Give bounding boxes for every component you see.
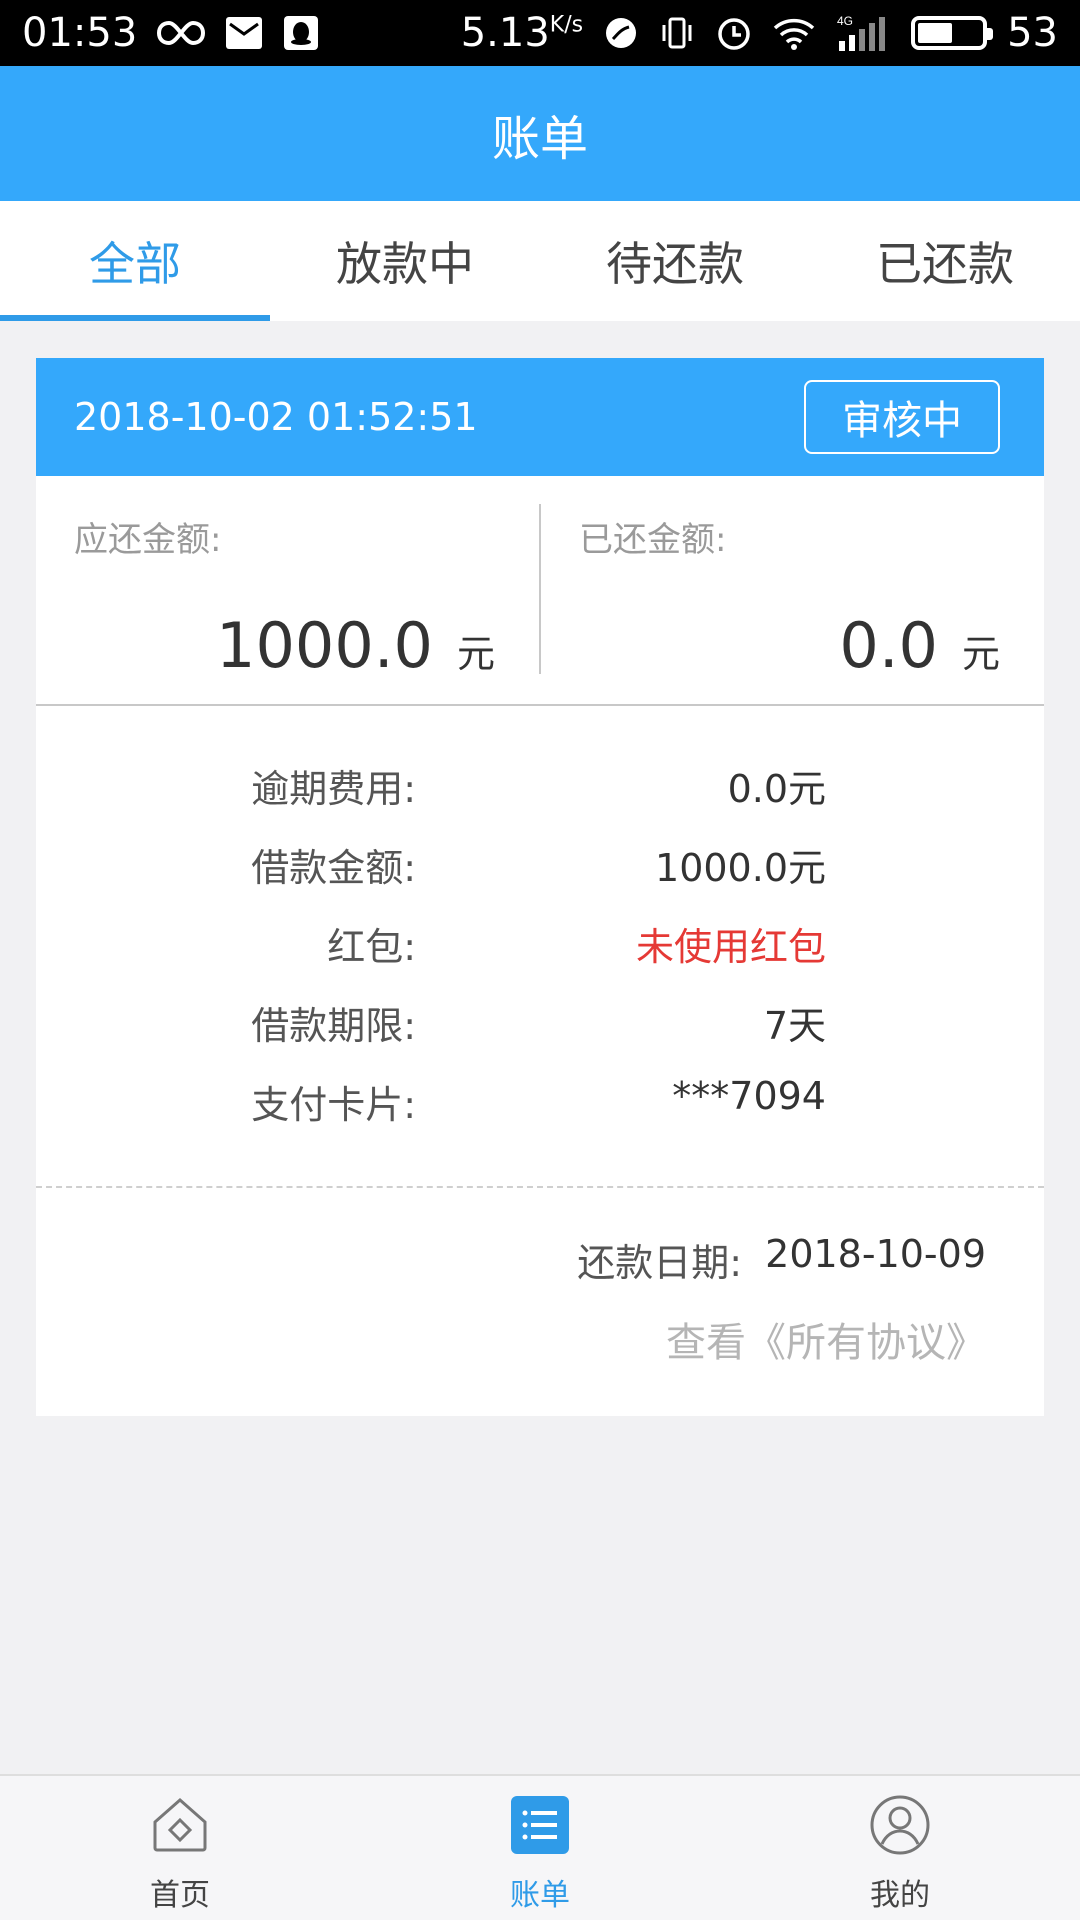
nav-home[interactable]: 首页 xyxy=(0,1776,360,1920)
mail-icon xyxy=(225,16,263,50)
signal-icon: 4G xyxy=(835,13,891,53)
detail-row-red-packet: 红包: 未使用红包 xyxy=(327,925,826,969)
repayment-section: 还款日期: 2018-10-09 查看《所有协议》 xyxy=(36,1188,1044,1414)
nfc-icon xyxy=(603,15,639,51)
due-amount-label: 应还金额: xyxy=(74,520,222,560)
page-title: 账单 xyxy=(491,110,588,167)
tab-all[interactable]: 全部 xyxy=(0,201,270,321)
net-speed: 5.13K/s xyxy=(460,10,584,56)
tab-repaid[interactable]: 已还款 xyxy=(810,201,1080,321)
due-amount-block: 应还金额: 1000.0 元 xyxy=(36,476,539,704)
paid-amount-label: 已还金额: xyxy=(579,520,727,560)
wifi-icon xyxy=(773,16,815,50)
battery-level: 53 xyxy=(1007,10,1058,56)
nav-mine[interactable]: 我的 xyxy=(720,1776,1080,1920)
app-header: 账单 xyxy=(0,66,1080,201)
bill-card[interactable]: 2018-10-02 01:52:51 审核中 应还金额: 1000.0 元 已… xyxy=(36,358,1044,1416)
detail-row-loan-amount: 借款金额: 1000.0元 xyxy=(251,846,826,890)
view-agreements-link[interactable]: 查看《所有协议》 xyxy=(666,1310,986,1368)
bill-card-header: 2018-10-02 01:52:51 审核中 xyxy=(36,358,1044,476)
qq-icon xyxy=(283,15,319,51)
repay-date: 2018-10-09 xyxy=(765,1232,986,1276)
amount-summary: 应还金额: 1000.0 元 已还金额: 0.0 元 xyxy=(36,476,1044,706)
nav-bill[interactable]: 账单 xyxy=(360,1776,720,1920)
home-icon xyxy=(149,1794,211,1856)
status-time: 01:53 xyxy=(22,10,138,56)
vibrate-icon xyxy=(659,15,695,51)
battery-icon xyxy=(911,16,994,50)
detail-row-loan-term: 借款期限: 7天 xyxy=(251,1004,826,1048)
status-badge: 审核中 xyxy=(804,380,1000,454)
bill-datetime: 2018-10-02 01:52:51 xyxy=(74,395,478,439)
tab-disbursing[interactable]: 放款中 xyxy=(270,201,540,321)
svg-text:4G: 4G xyxy=(837,14,853,28)
user-icon xyxy=(869,1794,931,1856)
tab-pending-repayment[interactable]: 待还款 xyxy=(540,201,810,321)
due-amount-unit: 元 xyxy=(456,632,495,676)
infinity-icon xyxy=(157,19,206,47)
status-bar: 01:53 5.13K/s 4G 53 xyxy=(0,0,1080,66)
paid-amount-value: 0.0 xyxy=(839,609,938,682)
paid-amount-unit: 元 xyxy=(961,632,1000,676)
detail-row-payment-card: 支付卡片: ***7094 xyxy=(251,1074,826,1127)
bottom-nav: 首页 账单 我的 xyxy=(0,1774,1080,1920)
paid-amount-block: 已还金额: 0.0 元 xyxy=(539,504,1044,682)
detail-row-overdue-fee: 逾期费用: 0.0元 xyxy=(251,767,826,811)
repay-date-label: 还款日期: xyxy=(577,1241,742,1285)
bill-list-icon xyxy=(509,1794,571,1856)
due-amount-value: 1000.0 xyxy=(216,609,433,682)
alarm-icon xyxy=(715,14,753,52)
bill-details: 逾期费用: 0.0元 借款金额: 1000.0元 红包: 未使用红包 借款期限:… xyxy=(36,706,1044,1188)
bill-tabs: 全部 放款中 待还款 已还款 xyxy=(0,201,1080,321)
